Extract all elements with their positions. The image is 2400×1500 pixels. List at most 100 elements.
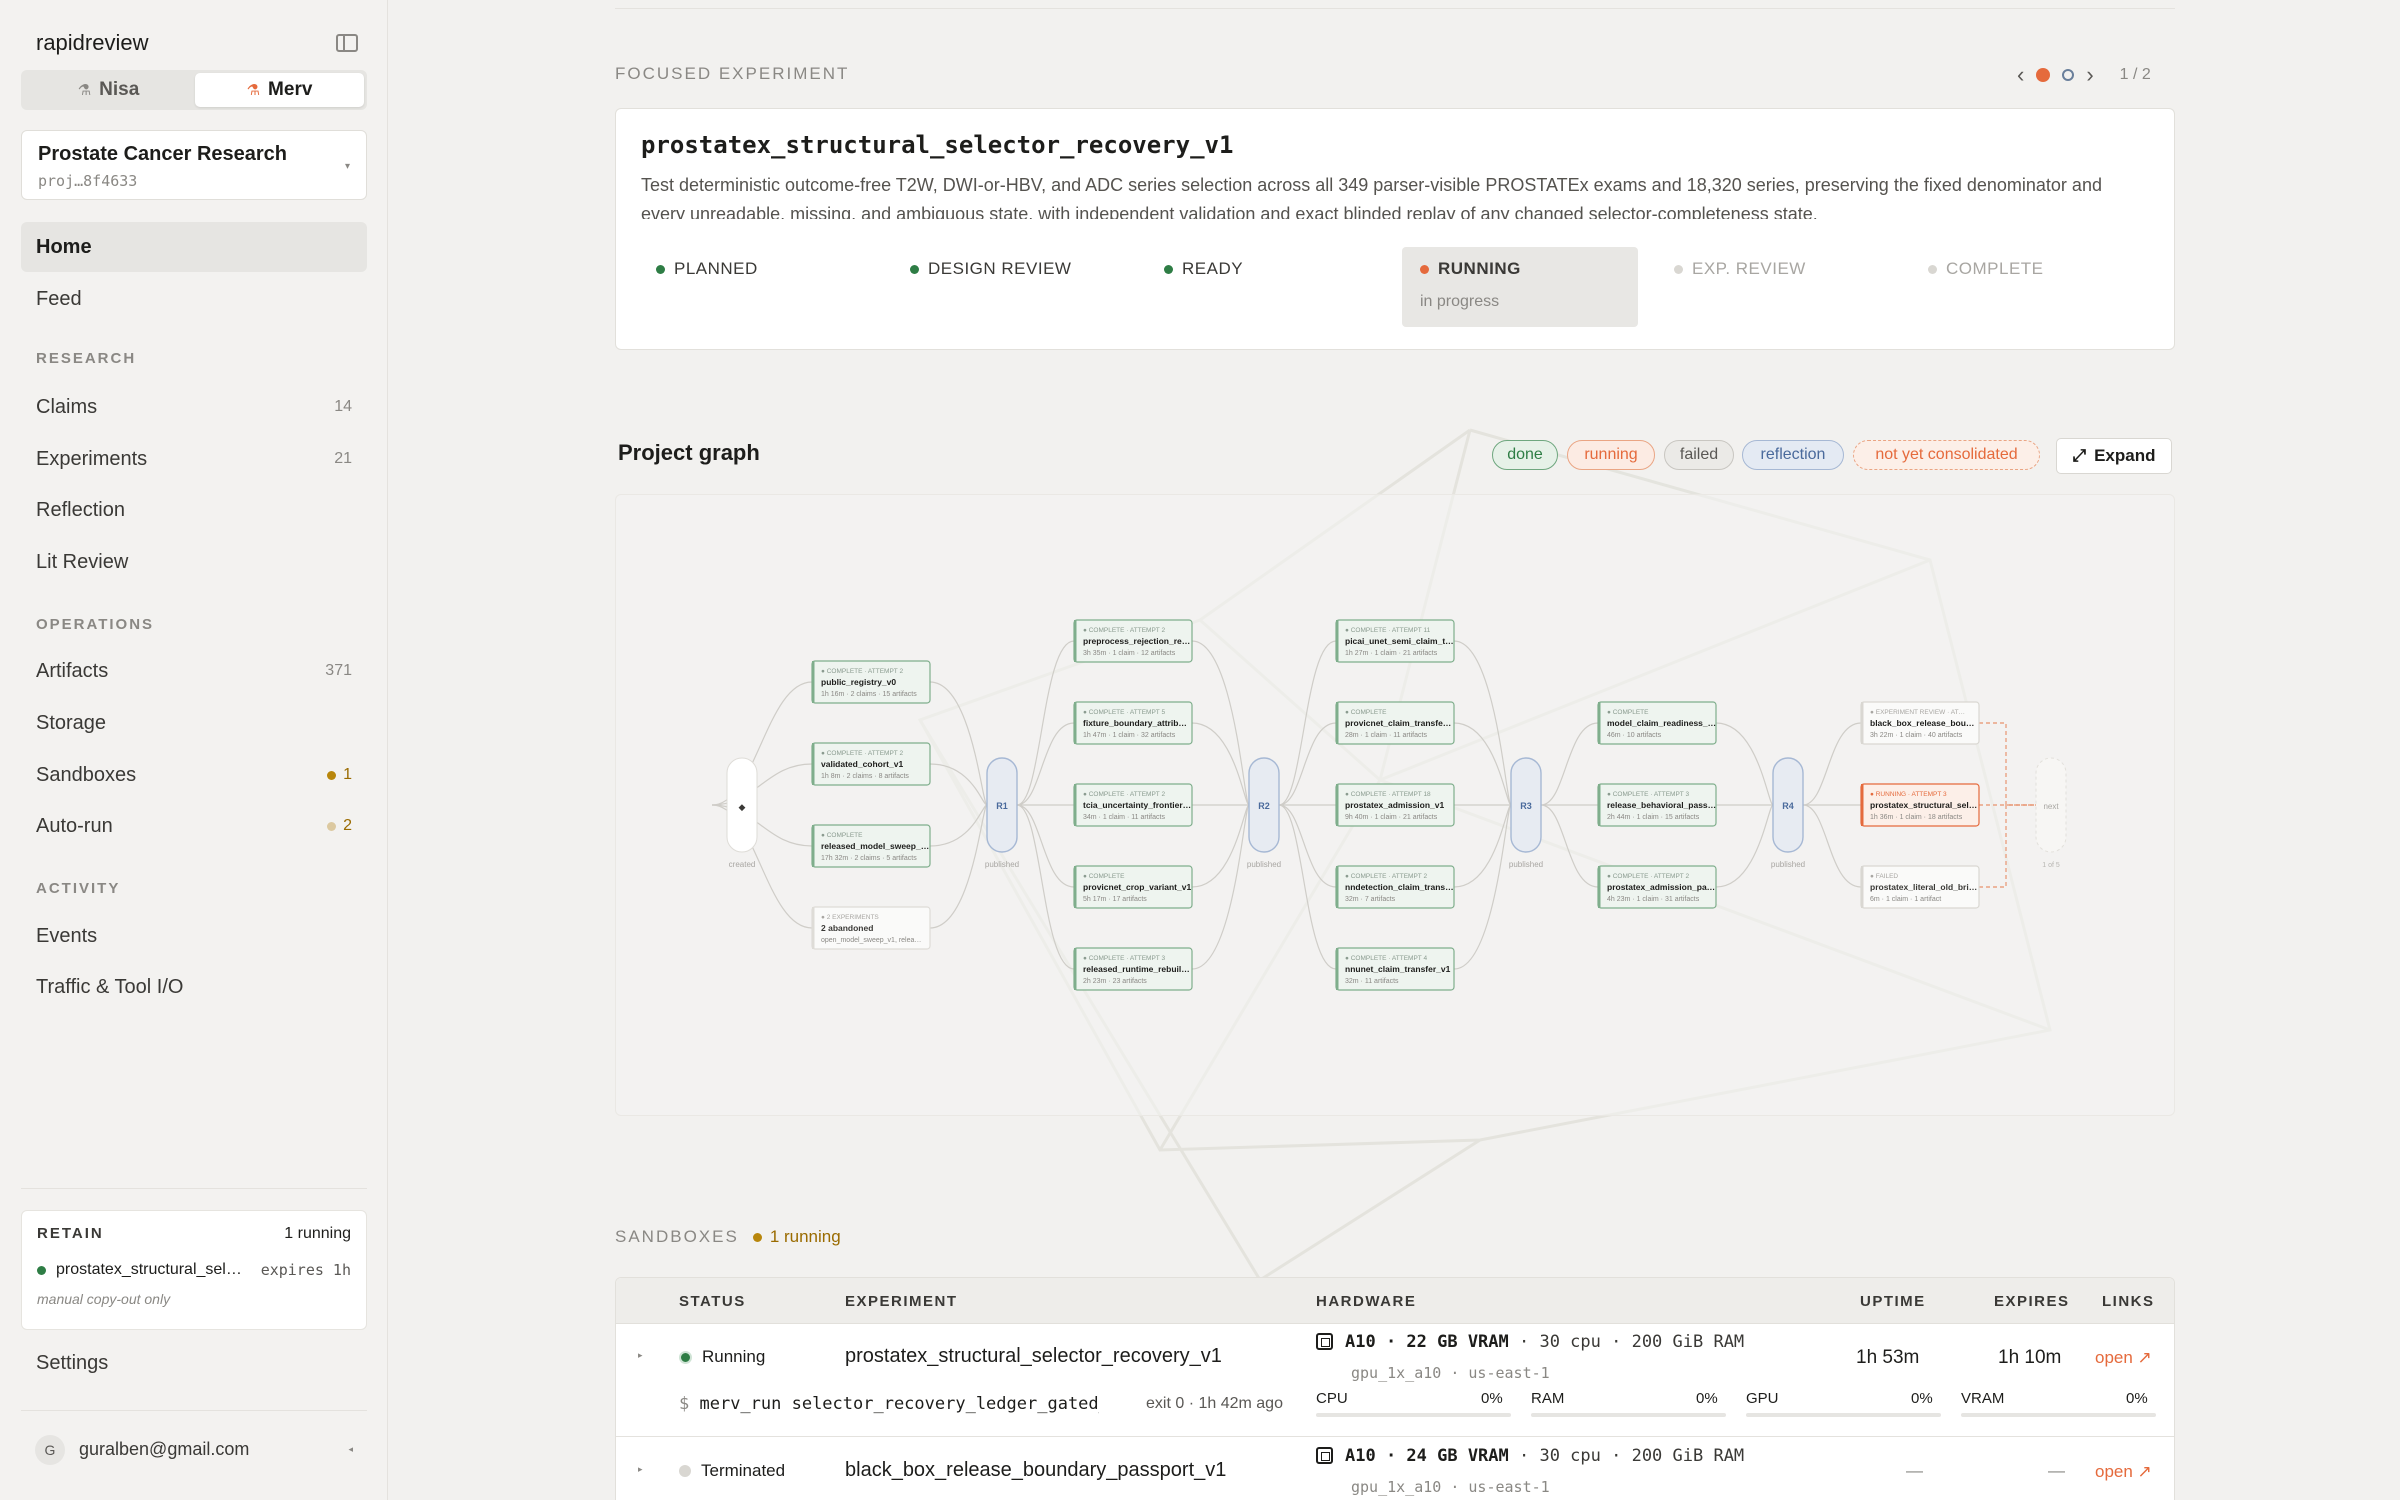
node-meta: 46m · 10 artifacts xyxy=(1607,732,1662,739)
graph-node-accent xyxy=(1074,866,1077,908)
gpu-icon xyxy=(1316,1447,1333,1464)
col-hardware: HARDWARE xyxy=(1316,1293,1417,1310)
nav-auto-run[interactable]: Auto-run 2 xyxy=(21,801,367,851)
expand-icon: ⤢ xyxy=(2072,446,2087,465)
chevron-right-icon[interactable]: › xyxy=(2086,62,2093,88)
nav-experiments[interactable]: Experiments 21 xyxy=(21,434,367,484)
node-experiment-name: prostatex_literal_old_bri… xyxy=(1870,882,1977,892)
profile-nisa-button[interactable]: ⚗ Nisa xyxy=(24,73,193,107)
page-dot[interactable] xyxy=(2062,69,2075,81)
project-graph-title: Project graph xyxy=(618,440,760,465)
node-meta: 1h 47m · 1 claim · 32 artifacts xyxy=(1083,732,1176,739)
experiment-cell[interactable]: black_box_release_boundary_passport_v1 xyxy=(845,1459,1226,1482)
nav-feed[interactable]: Feed xyxy=(21,274,367,324)
gpu-icon xyxy=(1316,1333,1333,1350)
legend-reflection: reflection xyxy=(1742,440,1844,470)
nav-label: Auto-run xyxy=(36,814,113,837)
chevron-left-icon[interactable]: ‹ xyxy=(2017,62,2024,88)
expand-graph-button[interactable]: ⤢ Expand xyxy=(2056,438,2172,474)
round-label: R3 xyxy=(1520,801,1532,811)
nav-artifacts[interactable]: Artifacts 371 xyxy=(21,646,367,696)
project-name: Prostate Cancer Research xyxy=(38,143,288,165)
graph-node-accent xyxy=(1074,702,1077,744)
project-selector[interactable]: Prostate Cancer Research proj…8f4633 ▾ xyxy=(21,130,367,200)
node-meta: 32m · 7 artifacts xyxy=(1345,896,1396,903)
node-status-head: ● COMPLETE · ATTEMPT 3 xyxy=(1607,791,1689,798)
node-experiment-name: nndetection_claim_trans… xyxy=(1345,882,1454,892)
graph-edge xyxy=(1278,640,1337,806)
node-meta: 4h 23m · 1 claim · 31 artifacts xyxy=(1607,896,1700,903)
graph-node-accent xyxy=(1074,620,1077,662)
nav-label: Reflection xyxy=(36,498,125,521)
nav-home[interactable]: Home xyxy=(21,222,367,272)
status-dot xyxy=(1928,264,1937,274)
node-status-head: ● COMPLETE · ATTEMPT 2 xyxy=(1607,873,1689,880)
nav-storage[interactable]: Storage xyxy=(21,698,367,748)
retain-label: RETAIN xyxy=(37,1225,104,1242)
expand-row-icon[interactable]: ▸ xyxy=(638,1464,643,1475)
open-link[interactable]: open ↗ xyxy=(2095,1462,2152,1482)
sandboxes-table: STATUS EXPERIMENT HARDWARE UPTIME EXPIRE… xyxy=(615,1277,2175,1500)
stage-planned: PLANNED xyxy=(638,247,874,327)
graph-node-accent xyxy=(1074,948,1077,990)
retain-status: 1 running xyxy=(284,1225,351,1242)
col-experiment: EXPERIMENT xyxy=(845,1293,958,1310)
metric-value: 0% xyxy=(2126,1390,2148,1407)
hardware-sub: gpu_1x_a10 · us-east-1 xyxy=(1351,1478,1550,1496)
status-dot xyxy=(910,264,919,274)
col-uptime: UPTIME xyxy=(1860,1293,1926,1310)
nav-lit-review[interactable]: Lit Review xyxy=(21,537,367,587)
retain-panel[interactable]: RETAIN 1 running prostatex_structural_sel… xyxy=(21,1210,367,1330)
graph-edge xyxy=(1278,804,1337,888)
status-dot xyxy=(656,264,665,274)
node-meta: 6m · 1 claim · 1 artifact xyxy=(1870,896,1941,903)
next-node-sub: 1 of 5 xyxy=(2042,862,2060,869)
experiment-cell[interactable]: prostatex_structural_selector_recovery_v… xyxy=(845,1345,1222,1368)
sidebar-toggle-icon[interactable] xyxy=(336,34,358,52)
node-status-head: ● COMPLETE · ATTEMPT 2 xyxy=(1083,627,1165,634)
node-status-head: ● COMPLETE · ATTEMPT 2 xyxy=(821,750,903,757)
nav-events[interactable]: Events xyxy=(21,911,367,961)
node-meta: 5h 17m · 17 artifacts xyxy=(1083,896,1147,903)
metric-label: VRAM xyxy=(1961,1390,2005,1407)
nav-label: Home xyxy=(36,235,92,258)
open-link[interactable]: open ↗ xyxy=(2095,1348,2152,1368)
nav-label: Storage xyxy=(36,711,107,734)
user-menu[interactable]: G guralben@gmail.com ◂ xyxy=(21,1410,367,1488)
row-divider xyxy=(616,1436,2174,1437)
command-cell: $ merv_run selector_recovery_ledger_gate… xyxy=(679,1394,1099,1414)
nav-count: 14 xyxy=(334,398,352,415)
nav-label: Events xyxy=(36,924,98,947)
nav-claims[interactable]: Claims 14 xyxy=(21,382,367,432)
graph-node-accent xyxy=(812,825,815,867)
project-graph[interactable]: ◆ created R1 published R2 published R3 publishe… xyxy=(615,494,2175,1116)
graph-edge xyxy=(1278,722,1337,806)
round-label: R2 xyxy=(1258,801,1270,811)
node-meta: 34m · 1 claim · 11 artifacts xyxy=(1083,814,1165,821)
expand-row-icon[interactable]: ▸ xyxy=(638,1350,643,1361)
graph-edge xyxy=(1802,804,1862,888)
profile-switcher: ⚗ Nisa ⚗ Merv xyxy=(21,70,367,110)
nav-reflection[interactable]: Reflection xyxy=(21,485,367,535)
round-sub-label: published xyxy=(985,860,1019,869)
nav-sandboxes[interactable]: Sandboxes 1 xyxy=(21,750,367,800)
section-activity: ACTIVITY xyxy=(36,880,121,897)
nav-label: Traffic & Tool I/O xyxy=(36,975,184,998)
node-experiment-name: prostatex_admission_pa… xyxy=(1607,882,1715,892)
focused-eyebrow: FOCUSED EXPERIMENT xyxy=(615,64,850,83)
node-status-head: ● COMPLETE · ATTEMPT 3 xyxy=(1083,955,1165,962)
uptime-cell: 1h 53m xyxy=(1856,1347,1920,1368)
graph-edge xyxy=(1016,804,1075,970)
graph-edge xyxy=(1715,722,1774,806)
status-dot xyxy=(1674,264,1683,274)
stage-label: DESIGN REVIEW xyxy=(928,259,1072,278)
nav-settings[interactable]: Settings xyxy=(36,1352,108,1375)
page-dot-active[interactable] xyxy=(2036,68,2051,82)
nav-traffic[interactable]: Traffic & Tool I/O xyxy=(21,962,367,1012)
profile-merv-button[interactable]: ⚗ Merv xyxy=(195,73,364,107)
expires-cell: 1h 10m xyxy=(1998,1347,2062,1368)
round-sub-label: published xyxy=(1509,860,1543,869)
hardware-cell: A10 · 24 GB VRAM · 30 cpu · 200 GiB RAM xyxy=(1316,1446,1744,1466)
focused-experiment-card[interactable]: prostatex_structural_selector_recovery_v… xyxy=(615,108,2175,350)
experiment-description: Test deterministic outcome-free T2W, DWI… xyxy=(641,175,2102,219)
